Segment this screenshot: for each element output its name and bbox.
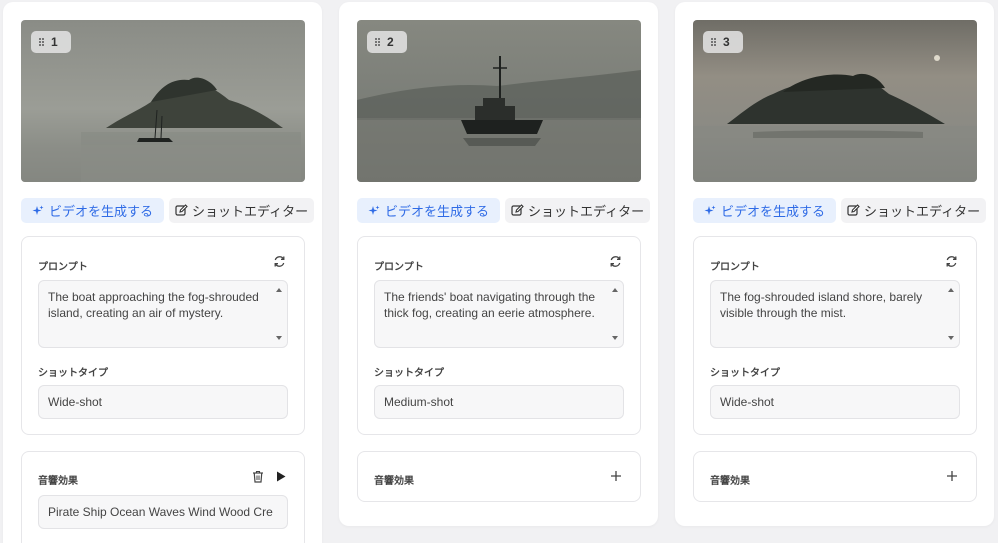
sound-effects-panel[interactable]: 音響効果 xyxy=(693,451,977,502)
generate-video-label: ビデオを生成する xyxy=(385,204,490,219)
shot-type-value: Wide-shot xyxy=(720,395,775,409)
shot-thumbnail-1[interactable]: 1 xyxy=(21,20,305,182)
edit-icon xyxy=(847,204,860,216)
shot-type-value: Wide-shot xyxy=(48,395,103,409)
prompt-textarea[interactable]: The friends' boat navigating through the… xyxy=(374,280,624,348)
shot-thumbnail-2[interactable]: 2 xyxy=(357,20,641,182)
prompt-text: The boat approaching the fog-shrouded is… xyxy=(48,290,259,320)
prompt-label: プロンプト xyxy=(38,262,88,273)
prompt-panel: プロンプト The fog-shrouded island shore, bar… xyxy=(693,236,977,435)
shot-type-label: ショットタイプ xyxy=(374,368,444,379)
scroll-up-arrow[interactable] xyxy=(276,288,282,292)
generate-video-label: ビデオを生成する xyxy=(49,204,154,219)
scroll-down-arrow[interactable] xyxy=(276,336,282,340)
play-icon[interactable] xyxy=(276,471,286,482)
scroll-down-arrow[interactable] xyxy=(612,336,618,340)
prompt-panel: プロンプト The boat approaching the fog-shrou… xyxy=(21,236,305,435)
shot-card-2: 2 ビデオを生成する ショットエディター プロンプト The friends' … xyxy=(339,2,658,526)
plus-icon[interactable] xyxy=(946,470,958,482)
prompt-label: プロンプト xyxy=(710,262,760,273)
shot-number: 3 xyxy=(723,35,730,49)
refresh-icon[interactable] xyxy=(273,255,286,268)
shot-type-input[interactable]: Wide-shot xyxy=(710,385,960,419)
trash-icon[interactable] xyxy=(252,470,264,483)
refresh-icon[interactable] xyxy=(609,255,622,268)
sound-effect-value: Pirate Ship Ocean Waves Wind Wood Cre xyxy=(48,505,273,519)
scroll-up-arrow[interactable] xyxy=(948,288,954,292)
shot-editor-label: ショットエディター xyxy=(864,204,981,219)
prompt-text: The friends' boat navigating through the… xyxy=(384,290,596,320)
sparkle-icon xyxy=(368,205,380,215)
scroll-up-arrow[interactable] xyxy=(612,288,618,292)
shot-type-label: ショットタイプ xyxy=(710,368,780,379)
shot-number: 1 xyxy=(51,35,58,49)
sparkle-icon xyxy=(704,205,716,215)
plus-icon[interactable] xyxy=(610,470,622,482)
shot-editor-label: ショットエディター xyxy=(192,204,309,219)
shot-editor-button[interactable]: ショットエディター xyxy=(841,198,987,223)
shot-type-value: Medium-shot xyxy=(384,395,454,409)
edit-icon xyxy=(511,204,524,216)
refresh-icon[interactable] xyxy=(945,255,958,268)
shot-card-3: 3 ビデオを生成する ショットエディター プロンプト The fog-shrou… xyxy=(675,2,994,526)
grip-icon xyxy=(375,38,381,46)
shot-number-badge[interactable]: 2 xyxy=(367,31,407,53)
sound-effects-label: 音響効果 xyxy=(38,476,78,487)
sound-effects-label: 音響効果 xyxy=(374,476,414,487)
grip-icon xyxy=(711,38,717,46)
generate-video-button[interactable]: ビデオを生成する xyxy=(693,198,837,223)
prompt-textarea[interactable]: The boat approaching the fog-shrouded is… xyxy=(38,280,288,348)
prompt-label: プロンプト xyxy=(374,262,424,273)
shot-thumbnail-3[interactable]: 3 xyxy=(693,20,977,182)
shot-number-badge[interactable]: 1 xyxy=(31,31,71,53)
generate-video-label: ビデオを生成する xyxy=(721,204,826,219)
prompt-panel: プロンプト The friends' boat navigating throu… xyxy=(357,236,641,435)
sound-effect-input[interactable]: Pirate Ship Ocean Waves Wind Wood Cre xyxy=(38,495,288,529)
shot-card-1: 1 ビデオを生成する ショットエディター プロンプト The boat appr… xyxy=(3,2,322,543)
generate-video-button[interactable]: ビデオを生成する xyxy=(21,198,165,223)
shot-editor-button[interactable]: ショットエディター xyxy=(505,198,651,223)
sound-effects-label: 音響効果 xyxy=(710,476,750,487)
sparkle-icon xyxy=(32,205,44,215)
edit-icon xyxy=(175,204,188,216)
shot-type-label: ショットタイプ xyxy=(38,368,108,379)
grip-icon xyxy=(39,38,45,46)
shot-type-input[interactable]: Wide-shot xyxy=(38,385,288,419)
shot-editor-label: ショットエディター xyxy=(528,204,645,219)
sound-effects-panel[interactable]: 音響効果 xyxy=(357,451,641,502)
sound-effects-panel: 音響効果 Pirate Ship Ocean Waves Wind Wood C… xyxy=(21,451,305,543)
prompt-text: The fog-shrouded island shore, barely vi… xyxy=(720,290,923,320)
shot-type-input[interactable]: Medium-shot xyxy=(374,385,624,419)
shot-number-badge[interactable]: 3 xyxy=(703,31,743,53)
generate-video-button[interactable]: ビデオを生成する xyxy=(357,198,501,223)
prompt-textarea[interactable]: The fog-shrouded island shore, barely vi… xyxy=(710,280,960,348)
shot-editor-button[interactable]: ショットエディター xyxy=(169,198,315,223)
scroll-down-arrow[interactable] xyxy=(948,336,954,340)
shot-number: 2 xyxy=(387,35,394,49)
